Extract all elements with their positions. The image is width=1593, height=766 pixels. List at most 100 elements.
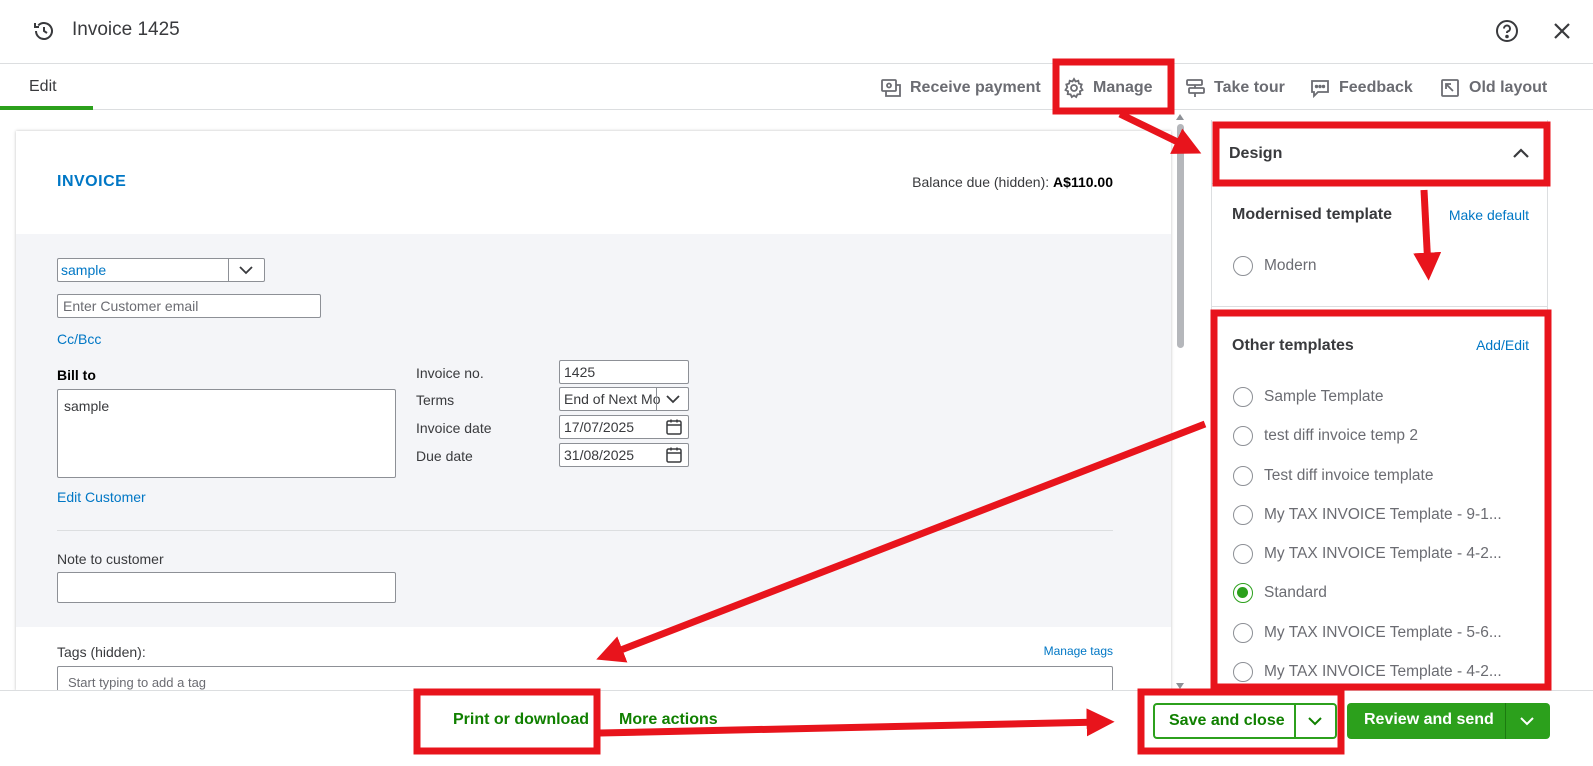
add-edit-link[interactable]: Add/Edit	[1476, 337, 1529, 353]
template-label: My TAX INVOICE Template - 9-1...	[1264, 506, 1502, 523]
tab-edit-label: Edit	[29, 78, 57, 95]
calendar-icon[interactable]	[665, 418, 683, 436]
page-title: Invoice 1425	[72, 19, 180, 40]
chevron-up-icon[interactable]	[1512, 147, 1530, 159]
invoice-body: sample Enter Customer email Cc/Bcc Bill …	[16, 234, 1171, 627]
tags-input[interactable]: Start typing to add a tag	[57, 666, 1113, 691]
invoice-no-field[interactable]: 1425	[559, 360, 689, 384]
calendar-icon[interactable]	[665, 446, 683, 464]
template-option-modern[interactable]: Modern	[1233, 256, 1317, 276]
radio-button[interactable]	[1233, 662, 1253, 682]
due-date-field[interactable]: 31/08/2025	[559, 443, 689, 467]
invoice-no-label: Invoice no.	[416, 365, 484, 381]
signpost-icon	[1186, 79, 1205, 97]
edit-customer-link[interactable]: Edit Customer	[57, 489, 146, 505]
template-option[interactable]: My TAX INVOICE Template - 4-2...	[1233, 662, 1502, 682]
receive-payment-label: Receive payment	[910, 79, 1041, 96]
note-to-customer-label: Note to customer	[57, 551, 164, 567]
terms-select[interactable]: End of Next Mo	[559, 387, 689, 411]
customer-select-value: sample	[61, 262, 107, 278]
scroll-down-arrow-icon[interactable]	[1176, 683, 1184, 689]
customer-select[interactable]: sample	[57, 258, 265, 282]
bottom-action-bar: Print or download More actions Save and …	[0, 690, 1593, 766]
template-label: Modern	[1264, 257, 1317, 274]
invoice-date-value: 17/07/2025	[564, 419, 635, 435]
review-and-send-button[interactable]: Review and send	[1347, 703, 1550, 739]
other-templates-heading: Other templates	[1232, 337, 1354, 354]
more-actions-button[interactable]: More actions	[619, 711, 718, 729]
button-divider	[1505, 703, 1506, 739]
manage-tags-link[interactable]: Manage tags	[1044, 644, 1113, 658]
radio-button-selected[interactable]	[1233, 583, 1253, 603]
close-icon[interactable]	[1550, 19, 1574, 43]
radio-button[interactable]	[1233, 256, 1253, 276]
design-header[interactable]: Design	[1212, 120, 1547, 184]
radio-button[interactable]	[1233, 387, 1253, 407]
chevron-down-icon[interactable]	[1519, 714, 1535, 728]
bill-to-field[interactable]: sample	[57, 389, 396, 478]
feedback-label: Feedback	[1339, 79, 1413, 96]
tab-bar: Edit Receive payment Manage Take tour Fe…	[0, 64, 1593, 110]
template-option[interactable]: My TAX INVOICE Template - 4-2...	[1233, 544, 1502, 564]
receive-payment-button[interactable]: Receive payment	[880, 76, 1041, 100]
template-label: Sample Template	[1264, 388, 1384, 405]
template-label: Test diff invoice template	[1264, 467, 1434, 484]
section-divider	[57, 530, 1113, 531]
scroll-up-arrow-icon[interactable]	[1176, 114, 1184, 120]
invoice-no-value: 1425	[564, 364, 596, 380]
save-and-close-button[interactable]: Save and close	[1153, 703, 1337, 739]
tab-edit[interactable]: Edit	[0, 64, 93, 110]
balance-label: Balance due (hidden):	[912, 174, 1050, 190]
template-label: Standard	[1264, 584, 1327, 601]
due-date-label: Due date	[416, 448, 473, 464]
make-default-link[interactable]: Make default	[1449, 207, 1529, 223]
gear-icon	[1064, 77, 1084, 99]
design-title: Design	[1229, 145, 1283, 162]
radio-button[interactable]	[1233, 426, 1253, 446]
balance-value: A$110.00	[1053, 174, 1113, 190]
template-option[interactable]: My TAX INVOICE Template - 9-1...	[1233, 505, 1502, 525]
template-option[interactable]: test diff invoice temp 2	[1233, 426, 1418, 446]
template-option[interactable]: My TAX INVOICE Template - 5-6...	[1233, 623, 1502, 643]
radio-button[interactable]	[1233, 505, 1253, 525]
cc-bcc-link[interactable]: Cc/Bcc	[57, 331, 101, 347]
template-label: test diff invoice temp 2	[1264, 427, 1418, 444]
radio-button[interactable]	[1233, 623, 1253, 643]
old-layout-button[interactable]: Old layout	[1439, 76, 1547, 100]
design-panel: Design Modernised template Make default …	[1211, 120, 1548, 688]
chevron-down-icon	[239, 266, 253, 275]
template-label: My TAX INVOICE Template - 4-2...	[1264, 663, 1502, 680]
tags-section: Tags (hidden): Manage tags Start typing …	[16, 627, 1171, 691]
template-option-standard[interactable]: Standard	[1233, 583, 1327, 603]
arrow-box-icon	[1441, 79, 1459, 97]
modernised-template-heading: Modernised template	[1232, 206, 1393, 223]
invoice-date-label: Invoice date	[416, 420, 492, 436]
terms-label: Terms	[416, 392, 455, 408]
template-option[interactable]: Sample Template	[1233, 387, 1383, 407]
customer-email-field[interactable]: Enter Customer email	[57, 294, 321, 318]
note-to-customer-field[interactable]	[57, 572, 396, 603]
history-icon[interactable]	[32, 19, 56, 43]
old-layout-label: Old layout	[1469, 79, 1548, 96]
balance-due: Balance due (hidden): A$110.00	[912, 174, 1113, 190]
radio-button[interactable]	[1233, 466, 1253, 486]
chat-bubble-icon	[1311, 80, 1329, 99]
template-label: My TAX INVOICE Template - 5-6...	[1264, 624, 1502, 641]
invoice-date-field[interactable]: 17/07/2025	[559, 415, 689, 439]
chevron-down-icon[interactable]	[1307, 714, 1323, 728]
save-and-close-label: Save and close	[1169, 712, 1285, 729]
review-and-send-label: Review and send	[1364, 711, 1494, 728]
radio-button[interactable]	[1233, 544, 1253, 564]
template-option[interactable]: Test diff invoice template	[1233, 466, 1433, 486]
top-bar: Invoice 1425	[0, 0, 1593, 64]
feedback-button[interactable]: Feedback	[1309, 76, 1413, 100]
print-or-download-button[interactable]: Print or download	[453, 711, 589, 729]
take-tour-button[interactable]: Take tour	[1184, 76, 1285, 100]
invoice-form: INVOICE Balance due (hidden): A$110.00 s…	[16, 131, 1171, 691]
invoice-heading: INVOICE	[57, 173, 127, 190]
take-tour-label: Take tour	[1214, 79, 1285, 96]
help-circle-icon[interactable]	[1494, 18, 1520, 44]
template-label: My TAX INVOICE Template - 4-2...	[1264, 545, 1502, 562]
scrollbar-thumb[interactable]	[1177, 124, 1184, 348]
manage-button[interactable]: Manage	[1063, 76, 1153, 100]
